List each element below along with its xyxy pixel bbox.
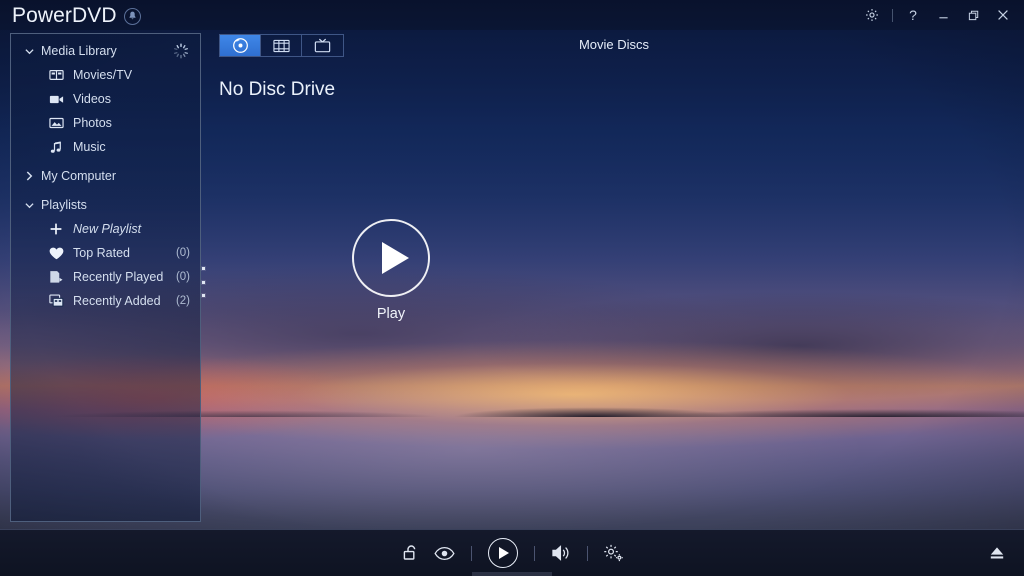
play-button-large[interactable]: Play	[352, 219, 430, 322]
tab-movie-discs[interactable]	[220, 35, 261, 56]
plus-icon	[47, 221, 65, 237]
sidebar-item-recently-played[interactable]: Recently Played (0)	[11, 265, 200, 289]
splitter-dot	[201, 294, 205, 297]
minimize-button[interactable]	[928, 0, 958, 30]
chevron-down-icon	[21, 202, 37, 209]
sidebar-item-count: (2)	[175, 295, 190, 307]
film-strip-icon	[272, 39, 290, 53]
heart-icon	[47, 245, 65, 261]
sidebar-group-label: Playlists	[41, 198, 87, 212]
sidebar-item-label: Movies/TV	[73, 68, 133, 82]
video-camera-icon	[47, 91, 65, 107]
sidebar-item-photos[interactable]: Photos	[11, 111, 200, 135]
taskbar-indicator	[472, 572, 552, 576]
settings-button[interactable]	[857, 0, 887, 30]
sidebar-item-label: Recently Added	[73, 294, 161, 308]
loading-spinner-icon	[173, 43, 189, 59]
sidebar-item-recently-added[interactable]: Recently Added (2)	[11, 289, 200, 313]
play-triangle-icon	[381, 242, 409, 274]
sidebar-item-label: Top Rated	[73, 246, 130, 260]
tv-icon	[314, 38, 331, 53]
control-divider	[586, 545, 588, 561]
status-heading: No Disc Drive	[219, 79, 336, 100]
photo-icon	[47, 115, 65, 131]
sidebar-item-videos[interactable]: Videos	[11, 87, 200, 111]
sidebar-item-count: (0)	[175, 271, 190, 283]
splitter-dot	[201, 267, 205, 270]
title-bar: PowerDVD ?	[0, 0, 1024, 30]
play-circle-small	[487, 538, 518, 568]
sidebar-item-count: (0)	[175, 247, 190, 259]
control-divider	[533, 545, 535, 561]
volume-button[interactable]	[544, 536, 578, 570]
close-button[interactable]	[988, 0, 1018, 30]
help-button[interactable]: ?	[898, 0, 928, 30]
eject-button[interactable]	[980, 536, 1014, 570]
window-controls: ?	[857, 0, 1024, 30]
tab-tv[interactable]	[302, 35, 343, 56]
recently-played-icon	[47, 269, 65, 285]
sidebar-item-new-playlist[interactable]: New Playlist	[11, 217, 200, 241]
chevron-down-icon	[21, 48, 37, 55]
titlebar-divider	[892, 8, 893, 22]
sidebar-group-playlists[interactable]: Playlists	[11, 193, 200, 217]
eye-button[interactable]	[428, 536, 462, 570]
help-label: ?	[909, 7, 917, 23]
sidebar: Media Library Movies/TV Videos Photos Mu…	[10, 33, 201, 522]
settings-gear-button[interactable]	[597, 536, 631, 570]
notification-bell-icon[interactable]	[123, 7, 141, 25]
content-tabs	[219, 34, 344, 57]
sidebar-item-top-rated[interactable]: Top Rated (0)	[11, 241, 200, 265]
powerdvd-window: PowerDVD ? Media Library Movies/TV Video…	[0, 0, 1024, 576]
sidebar-group-label: Media Library	[41, 44, 117, 58]
app-brand: PowerDVD	[0, 5, 141, 26]
sidebar-group-label: My Computer	[41, 169, 117, 183]
unlock-button[interactable]	[394, 536, 428, 570]
app-title: PowerDVD	[12, 3, 117, 27]
playback-control-bar	[0, 529, 1024, 576]
sidebar-item-label: Photos	[73, 116, 112, 130]
sidebar-item-label: Music	[73, 140, 106, 154]
play-triangle-icon	[499, 547, 509, 559]
splitter-dot	[201, 280, 205, 284]
play-button-small[interactable]	[481, 531, 525, 575]
music-note-icon	[47, 139, 65, 155]
chevron-right-icon	[21, 171, 37, 181]
playback-controls-group	[394, 531, 631, 575]
movies-tv-icon	[47, 67, 65, 83]
sidebar-item-music[interactable]: Music	[11, 135, 200, 159]
sidebar-item-movies-tv[interactable]: Movies/TV	[11, 63, 200, 87]
disc-icon	[232, 37, 249, 54]
control-divider	[470, 545, 472, 561]
sidebar-group-media-library[interactable]: Media Library	[11, 39, 200, 63]
sidebar-splitter-handle[interactable]	[199, 267, 207, 297]
sidebar-group-my-computer[interactable]: My Computer	[11, 164, 200, 188]
sidebar-item-label: Videos	[73, 92, 111, 106]
play-label: Play	[376, 306, 406, 322]
play-circle	[352, 219, 430, 297]
sidebar-item-label: New Playlist	[73, 222, 142, 236]
tab-movie-library[interactable]	[261, 35, 302, 56]
recently-added-icon	[47, 293, 65, 309]
restore-button[interactable]	[958, 0, 988, 30]
sidebar-item-label: Recently Played	[73, 270, 164, 284]
